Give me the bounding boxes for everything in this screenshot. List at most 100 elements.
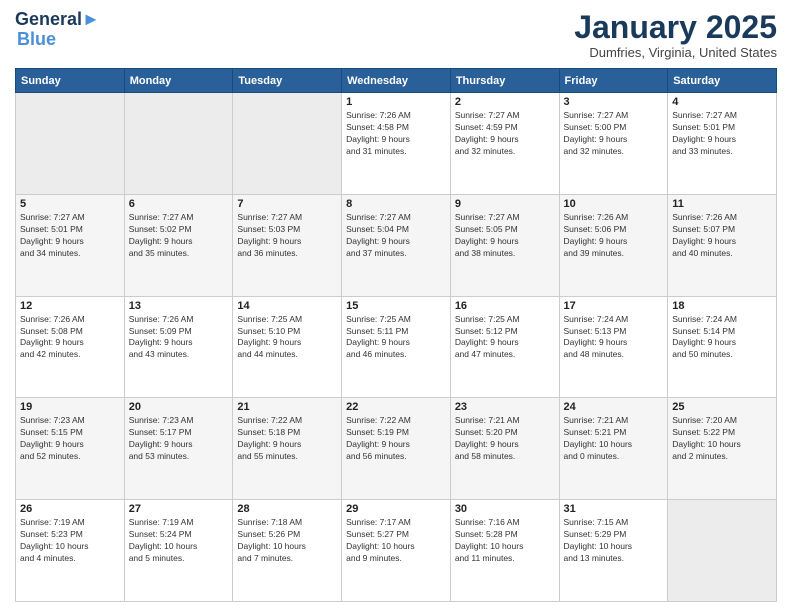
- day-info: Sunrise: 7:27 AM Sunset: 5:01 PM Dayligh…: [20, 212, 120, 260]
- day-number: 26: [20, 503, 120, 515]
- col-header-thursday: Thursday: [450, 69, 559, 93]
- day-number: 22: [346, 401, 446, 413]
- day-number: 30: [455, 503, 555, 515]
- calendar-cell: 27 Sunrise: 7:19 AM Sunset: 5:24 PM Dayli…: [124, 500, 233, 602]
- col-header-sunday: Sunday: [16, 69, 125, 93]
- day-info: Sunrise: 7:27 AM Sunset: 5:01 PM Dayligh…: [672, 110, 772, 158]
- day-info: Sunrise: 7:20 AM Sunset: 5:22 PM Dayligh…: [672, 415, 772, 463]
- day-info: Sunrise: 7:27 AM Sunset: 5:03 PM Dayligh…: [237, 212, 337, 260]
- day-number: 9: [455, 198, 555, 210]
- day-info: Sunrise: 7:27 AM Sunset: 5:02 PM Dayligh…: [129, 212, 229, 260]
- col-header-tuesday: Tuesday: [233, 69, 342, 93]
- day-info: Sunrise: 7:26 AM Sunset: 5:09 PM Dayligh…: [129, 314, 229, 362]
- calendar-cell: [233, 93, 342, 195]
- day-number: 24: [564, 401, 664, 413]
- calendar-table: SundayMondayTuesdayWednesdayThursdayFrid…: [15, 68, 777, 602]
- day-number: 23: [455, 401, 555, 413]
- day-number: 2: [455, 96, 555, 108]
- calendar-cell: 5Sunrise: 7:27 AM Sunset: 5:01 PM Daylig…: [16, 194, 125, 296]
- day-number: 8: [346, 198, 446, 210]
- day-number: 4: [672, 96, 772, 108]
- calendar-cell: 15Sunrise: 7:25 AM Sunset: 5:11 PM Dayli…: [342, 296, 451, 398]
- day-info: Sunrise: 7:25 AM Sunset: 5:12 PM Dayligh…: [455, 314, 555, 362]
- day-info: Sunrise: 7:27 AM Sunset: 4:59 PM Dayligh…: [455, 110, 555, 158]
- day-info: Sunrise: 7:21 AM Sunset: 5:21 PM Dayligh…: [564, 415, 664, 463]
- calendar-cell: [124, 93, 233, 195]
- calendar-cell: 25Sunrise: 7:20 AM Sunset: 5:22 PM Dayli…: [668, 398, 777, 500]
- day-number: 12: [20, 300, 120, 312]
- calendar-cell: 8Sunrise: 7:27 AM Sunset: 5:04 PM Daylig…: [342, 194, 451, 296]
- location: Dumfries, Virginia, United States: [574, 45, 777, 60]
- calendar-cell: 21Sunrise: 7:22 AM Sunset: 5:18 PM Dayli…: [233, 398, 342, 500]
- col-header-friday: Friday: [559, 69, 668, 93]
- calendar-week-row: 19Sunrise: 7:23 AM Sunset: 5:15 PM Dayli…: [16, 398, 777, 500]
- day-info: Sunrise: 7:17 AM Sunset: 5:27 PM Dayligh…: [346, 517, 446, 565]
- calendar-cell: 2 Sunrise: 7:27 AM Sunset: 4:59 PM Daylig…: [450, 93, 559, 195]
- day-info: Sunrise: 7:26 AM Sunset: 5:06 PM Dayligh…: [564, 212, 664, 260]
- calendar-cell: 28Sunrise: 7:18 AM Sunset: 5:26 PM Dayli…: [233, 500, 342, 602]
- day-number: 29: [346, 503, 446, 515]
- calendar-cell: 12 Sunrise: 7:26 AM Sunset: 5:08 PM Dayli…: [16, 296, 125, 398]
- calendar-cell: 29 Sunrise: 7:17 AM Sunset: 5:27 PM Dayli…: [342, 500, 451, 602]
- logo: General► Blue: [15, 10, 100, 48]
- day-info: Sunrise: 7:23 AM Sunset: 5:15 PM Dayligh…: [20, 415, 120, 463]
- day-info: Sunrise: 7:24 AM Sunset: 5:13 PM Dayligh…: [564, 314, 664, 362]
- day-info: Sunrise: 7:25 AM Sunset: 5:11 PM Dayligh…: [346, 314, 446, 362]
- day-info: Sunrise: 7:26 AM Sunset: 5:08 PM Dayligh…: [20, 314, 120, 362]
- calendar-week-row: 12 Sunrise: 7:26 AM Sunset: 5:08 PM Dayli…: [16, 296, 777, 398]
- day-number: 31: [564, 503, 664, 515]
- day-info: Sunrise: 7:24 AM Sunset: 5:14 PM Dayligh…: [672, 314, 772, 362]
- day-info: Sunrise: 7:26 AM Sunset: 4:58 PM Dayligh…: [346, 110, 446, 158]
- day-number: 7: [237, 198, 337, 210]
- day-number: 20: [129, 401, 229, 413]
- calendar-cell: 13 Sunrise: 7:26 AM Sunset: 5:09 PM Dayli…: [124, 296, 233, 398]
- day-info: Sunrise: 7:19 AM Sunset: 5:23 PM Dayligh…: [20, 517, 120, 565]
- calendar-cell: 19Sunrise: 7:23 AM Sunset: 5:15 PM Dayli…: [16, 398, 125, 500]
- day-number: 13: [129, 300, 229, 312]
- logo-general: General: [15, 9, 82, 29]
- calendar-cell: 17 Sunrise: 7:24 AM Sunset: 5:13 PM Dayli…: [559, 296, 668, 398]
- logo-blue: Blue: [17, 30, 100, 48]
- day-number: 1: [346, 96, 446, 108]
- calendar-cell: [668, 500, 777, 602]
- day-info: Sunrise: 7:27 AM Sunset: 5:00 PM Dayligh…: [564, 110, 664, 158]
- calendar-cell: 26 Sunrise: 7:19 AM Sunset: 5:23 PM Dayli…: [16, 500, 125, 602]
- calendar-cell: 6Sunrise: 7:27 AM Sunset: 5:02 PM Daylig…: [124, 194, 233, 296]
- day-info: Sunrise: 7:21 AM Sunset: 5:20 PM Dayligh…: [455, 415, 555, 463]
- calendar-week-row: 1 Sunrise: 7:26 AM Sunset: 4:58 PM Daylig…: [16, 93, 777, 195]
- calendar-cell: 24 Sunrise: 7:21 AM Sunset: 5:21 PM Dayli…: [559, 398, 668, 500]
- calendar-cell: 10Sunrise: 7:26 AM Sunset: 5:06 PM Dayli…: [559, 194, 668, 296]
- day-info: Sunrise: 7:16 AM Sunset: 5:28 PM Dayligh…: [455, 517, 555, 565]
- calendar-cell: 22 Sunrise: 7:22 AM Sunset: 5:19 PM Dayli…: [342, 398, 451, 500]
- day-info: Sunrise: 7:25 AM Sunset: 5:10 PM Dayligh…: [237, 314, 337, 362]
- calendar-cell: 31 Sunrise: 7:15 AM Sunset: 5:29 PM Dayli…: [559, 500, 668, 602]
- calendar-cell: [16, 93, 125, 195]
- calendar-cell: 11 Sunrise: 7:26 AM Sunset: 5:07 PM Dayli…: [668, 194, 777, 296]
- calendar-page: General► Blue January 2025 Dumfries, Vir…: [0, 0, 792, 612]
- month-title: January 2025: [574, 10, 777, 45]
- day-info: Sunrise: 7:27 AM Sunset: 5:05 PM Dayligh…: [455, 212, 555, 260]
- day-info: Sunrise: 7:15 AM Sunset: 5:29 PM Dayligh…: [564, 517, 664, 565]
- calendar-cell: 7 Sunrise: 7:27 AM Sunset: 5:03 PM Daylig…: [233, 194, 342, 296]
- day-info: Sunrise: 7:19 AM Sunset: 5:24 PM Dayligh…: [129, 517, 229, 565]
- header: General► Blue January 2025 Dumfries, Vir…: [15, 10, 777, 60]
- col-header-wednesday: Wednesday: [342, 69, 451, 93]
- day-info: Sunrise: 7:26 AM Sunset: 5:07 PM Dayligh…: [672, 212, 772, 260]
- calendar-cell: 9 Sunrise: 7:27 AM Sunset: 5:05 PM Daylig…: [450, 194, 559, 296]
- calendar-week-row: 26 Sunrise: 7:19 AM Sunset: 5:23 PM Dayli…: [16, 500, 777, 602]
- day-info: Sunrise: 7:22 AM Sunset: 5:19 PM Dayligh…: [346, 415, 446, 463]
- day-info: Sunrise: 7:18 AM Sunset: 5:26 PM Dayligh…: [237, 517, 337, 565]
- day-info: Sunrise: 7:23 AM Sunset: 5:17 PM Dayligh…: [129, 415, 229, 463]
- calendar-header-row: SundayMondayTuesdayWednesdayThursdayFrid…: [16, 69, 777, 93]
- calendar-week-row: 5Sunrise: 7:27 AM Sunset: 5:01 PM Daylig…: [16, 194, 777, 296]
- calendar-cell: 1 Sunrise: 7:26 AM Sunset: 4:58 PM Daylig…: [342, 93, 451, 195]
- calendar-cell: 16Sunrise: 7:25 AM Sunset: 5:12 PM Dayli…: [450, 296, 559, 398]
- day-number: 27: [129, 503, 229, 515]
- day-info: Sunrise: 7:22 AM Sunset: 5:18 PM Dayligh…: [237, 415, 337, 463]
- day-number: 11: [672, 198, 772, 210]
- day-number: 17: [564, 300, 664, 312]
- calendar-cell: 4 Sunrise: 7:27 AM Sunset: 5:01 PM Daylig…: [668, 93, 777, 195]
- col-header-monday: Monday: [124, 69, 233, 93]
- calendar-cell: 14Sunrise: 7:25 AM Sunset: 5:10 PM Dayli…: [233, 296, 342, 398]
- calendar-cell: 18Sunrise: 7:24 AM Sunset: 5:14 PM Dayli…: [668, 296, 777, 398]
